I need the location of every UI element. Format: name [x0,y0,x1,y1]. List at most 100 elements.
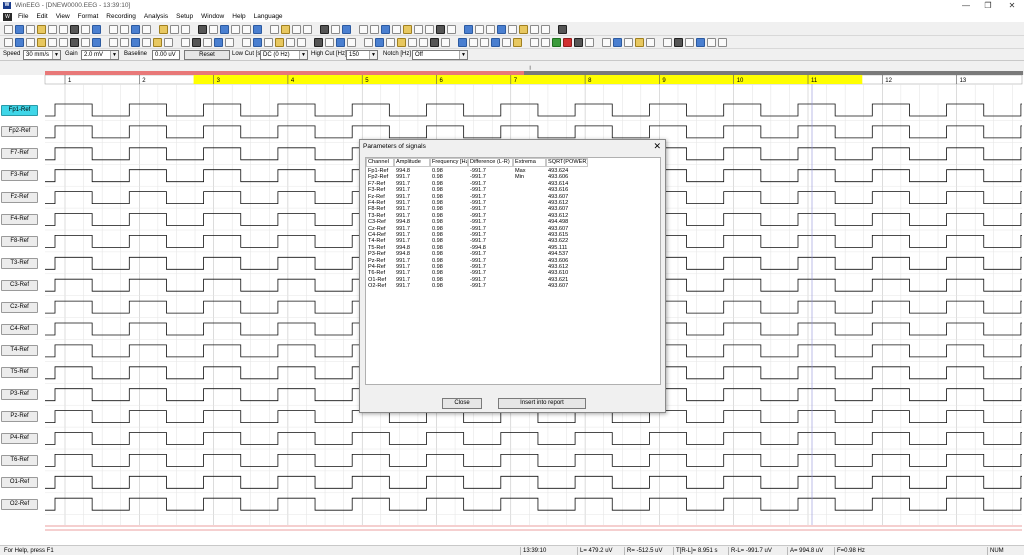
toolbar-button-tb1-23[interactable] [281,25,290,34]
highcut-select[interactable]: 150 ▼ [346,50,378,60]
toolbar-button-tb1-31[interactable] [381,25,390,34]
menu-setup[interactable]: Setup [172,13,197,20]
channel-button-f4-ref[interactable]: F4-Ref [1,214,38,225]
toolbar-button-tb2-8[interactable] [92,38,101,47]
toolbar-button-tb1-22[interactable] [270,25,279,34]
toolbar-button-tb1-26[interactable] [320,25,329,34]
toolbar-button-tb2-45[interactable] [541,38,550,47]
toolbar-button-tb1-43[interactable] [519,25,528,34]
toolbar-button-tb2-2[interactable] [26,38,35,47]
toolbar-button-tb2-36[interactable] [430,38,439,47]
channel-button-c3-ref[interactable]: C3-Ref [1,279,38,291]
close-window-button[interactable]: ✕ [1004,0,1020,11]
column-header[interactable]: SQRT(POWER) [546,158,588,167]
toolbar-button-tb1-3[interactable] [37,25,46,34]
toolbar-button-tb1-6[interactable] [70,25,79,34]
toolbar-button-tb1-11[interactable] [131,25,140,34]
channel-button-t5-ref[interactable]: T5-Ref [1,367,38,379]
toolbar-button-tb2-23[interactable] [275,38,284,47]
toolbar-button-tb1-38[interactable] [464,25,473,34]
toolbar-button-tb1-5[interactable] [59,25,68,34]
toolbar-button-tb1-40[interactable] [486,25,495,34]
toolbar-button-tb2-43[interactable] [513,38,522,47]
toolbar-button-tb2-18[interactable] [214,38,223,47]
channel-button-p4-ref[interactable]: P4-Ref [1,433,38,444]
channel-button-f3-ref[interactable]: F3-Ref [1,170,38,182]
toolbar-button-tb1-10[interactable] [120,25,129,34]
menu-help[interactable]: Help [228,13,249,20]
toolbar-button-tb2-40[interactable] [480,38,489,47]
channel-button-fp1-ref[interactable]: Fp1-Ref [1,104,38,116]
toolbar-button-tb1-28[interactable] [342,25,351,34]
toolbar-button-tb1-17[interactable] [209,25,218,34]
baseline-input[interactable]: 0.00 uV [152,50,180,60]
toolbar-button-tb1-29[interactable] [359,25,368,34]
menu-edit[interactable]: Edit [32,13,51,20]
toolbar-button-tb2-26[interactable] [314,38,323,47]
toolbar-button-tb2-51[interactable] [613,38,622,47]
reset-button[interactable]: Reset [184,50,230,60]
toolbar-button-tb2-11[interactable] [131,38,140,47]
speed-select[interactable]: 30 mm/s ▼ [23,50,61,60]
channel-button-o1-ref[interactable]: O1-Ref [1,476,38,488]
channel-button-f8-ref[interactable]: F8-Ref [1,235,38,247]
toolbar-button-tb2-22[interactable] [264,38,273,47]
restore-button[interactable]: ❐ [980,0,996,11]
toolbar-button-tb2-16[interactable] [192,38,201,47]
toolbar-button-tb1-45[interactable] [541,25,550,34]
toolbar-button-tb2-28[interactable] [336,38,345,47]
table-row[interactable]: O2-Ref 991.7 0.98 -991.7 493.607 [366,283,662,289]
toolbar-button-tb1-1[interactable] [15,25,24,34]
toolbar-button-tb1-15[interactable] [181,25,190,34]
toolbar-button-tb2-1[interactable] [15,38,24,47]
channel-button-fz-ref[interactable]: Fz-Ref [1,192,38,204]
eeg-trace[interactable] [45,454,1022,467]
menu-file[interactable]: File [14,13,32,20]
toolbar-button-tb2-20[interactable] [242,38,251,47]
insert-into-report-button[interactable]: Insert into report [498,398,586,409]
toolbar-button-tb2-59[interactable] [707,38,716,47]
toolbar-button-tb2-47[interactable] [563,38,572,47]
toolbar-button-tb2-52[interactable] [624,38,633,47]
toolbar-button-tb2-34[interactable] [408,38,417,47]
channel-button-fp2-ref[interactable]: Fp2-Ref [1,126,38,138]
toolbar-button-tb2-50[interactable] [602,38,611,47]
toolbar-button-tb1-37[interactable] [447,25,456,34]
toolbar-button-tb1-35[interactable] [425,25,434,34]
toolbar-button-tb1-39[interactable] [475,25,484,34]
menu-analysis[interactable]: Analysis [140,13,172,20]
channel-button-t4-ref[interactable]: T4-Ref [1,345,38,357]
toolbar-button-tb2-32[interactable] [386,38,395,47]
toolbar-button-tb1-25[interactable] [303,25,312,34]
column-header[interactable]: Channel [366,158,394,167]
eeg-trace[interactable] [45,103,1022,117]
eeg-trace[interactable] [45,432,1022,445]
toolbar-button-tb2-48[interactable] [574,38,583,47]
toolbar-button-tb1-9[interactable] [109,25,118,34]
toolbar-button-tb1-18[interactable] [220,25,229,34]
dialog-close-icon[interactable]: ✕ [653,141,661,151]
toolbar-button-tb2-60[interactable] [718,38,727,47]
eeg-trace[interactable] [45,497,1022,511]
channel-button-c4-ref[interactable]: C4-Ref [1,323,38,335]
toolbar-button-tb2-25[interactable] [297,38,306,47]
lowcut-select[interactable]: DC (0 Hz) ▼ [260,50,308,60]
toolbar-button-tb1-33[interactable] [403,25,412,34]
toolbar-button-tb1-2[interactable] [26,25,35,34]
channel-button-pz-ref[interactable]: Pz-Ref [1,411,38,423]
toolbar-button-tb2-35[interactable] [419,38,428,47]
toolbar-button-tb1-8[interactable] [92,25,101,34]
toolbar-button-tb1-12[interactable] [142,25,151,34]
toolbar-button-tb2-56[interactable] [674,38,683,47]
channel-button-f7-ref[interactable]: F7-Ref [1,148,38,160]
toolbar-button-tb2-42[interactable] [502,38,511,47]
toolbar-button-tb2-3[interactable] [37,38,46,47]
toolbar-button-tb1-46[interactable] [558,25,567,34]
toolbar-button-tb2-44[interactable] [530,38,539,47]
channel-button-o2-ref[interactable]: O2-Ref [1,498,38,510]
toolbar-button-tb1-41[interactable] [497,25,506,34]
toolbar-button-tb2-13[interactable] [153,38,162,47]
minimize-button[interactable]: — [958,0,974,11]
toolbar-button-tb2-58[interactable] [696,38,705,47]
toolbar-button-tb1-4[interactable] [48,25,57,34]
